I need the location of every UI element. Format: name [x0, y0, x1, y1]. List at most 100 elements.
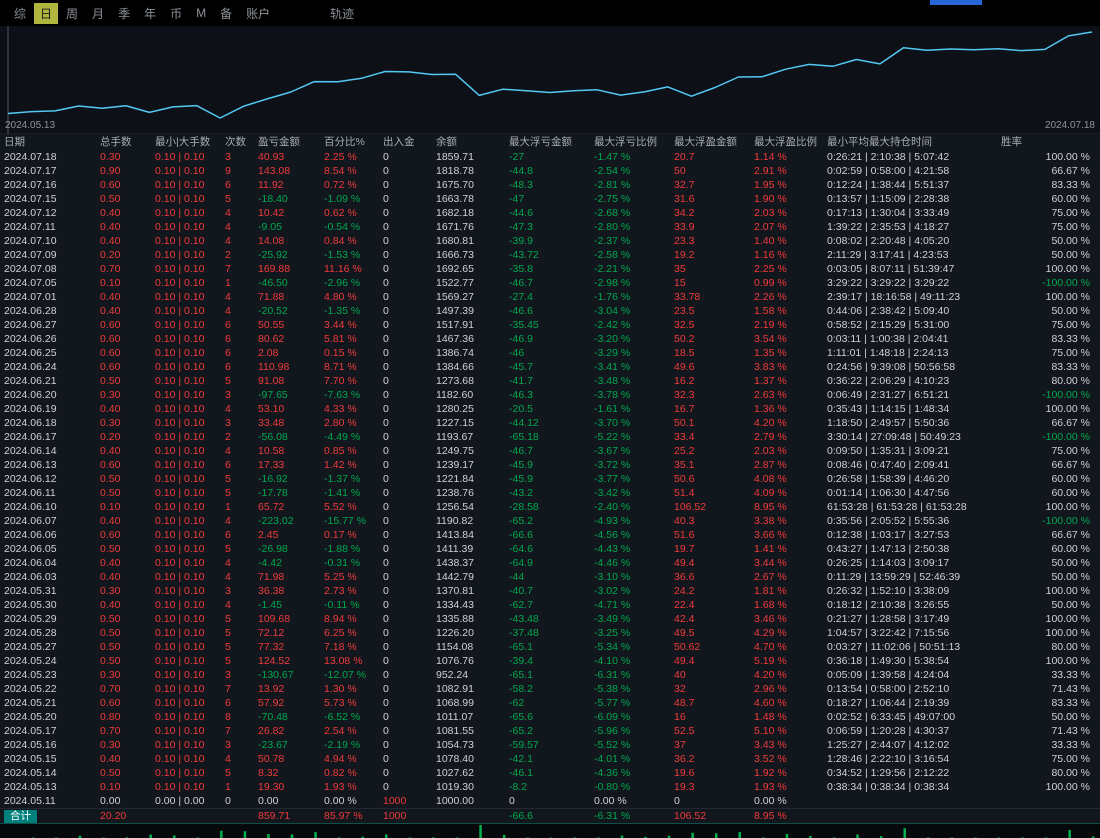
table-row[interactable]: 2024.06.200.300.10 | 0.103-97.65-7.63 %0…: [0, 388, 1100, 402]
col-header-total-lots[interactable]: 总手数: [96, 134, 151, 150]
table-row[interactable]: 2024.06.050.500.10 | 0.105-26.98-1.88 %0…: [0, 542, 1100, 556]
table-row[interactable]: 2024.05.290.500.10 | 0.105109.688.94 %01…: [0, 612, 1100, 626]
table-row[interactable]: 2024.05.210.600.10 | 0.10657.925.73 %010…: [0, 696, 1100, 710]
table-cell: 0: [379, 276, 432, 290]
table-cell: 0.40: [96, 402, 151, 416]
col-header-max-float-profit[interactable]: 最大浮盈金额: [670, 134, 750, 150]
table-cell: 3: [221, 738, 254, 752]
table-row[interactable]: 2024.06.170.200.10 | 0.102-56.08-4.49 %0…: [0, 430, 1100, 444]
col-header-min-max-lots[interactable]: 最小|大手数: [151, 134, 221, 150]
table-row[interactable]: 2024.06.190.400.10 | 0.10453.104.33 %012…: [0, 402, 1100, 416]
col-header-cashflow[interactable]: 出入金: [379, 134, 432, 150]
tab-currency[interactable]: 币: [164, 3, 188, 24]
table-row[interactable]: 2024.05.150.400.10 | 0.10450.784.94 %010…: [0, 752, 1100, 766]
table-cell: 4: [221, 570, 254, 584]
tab-account[interactable]: 账户: [240, 3, 276, 24]
table-cell: 3.44 %: [750, 556, 823, 570]
tab-summary[interactable]: 综: [8, 3, 32, 24]
table-row[interactable]: 2024.05.310.300.10 | 0.10336.382.73 %013…: [0, 584, 1100, 598]
table-row[interactable]: 2024.06.140.400.10 | 0.10410.580.85 %012…: [0, 444, 1100, 458]
table-cell: 66.67 %: [997, 528, 1100, 542]
col-header-max-float-loss[interactable]: 最大浮亏金额: [505, 134, 590, 150]
table-row[interactable]: 2024.07.050.100.10 | 0.101-46.50-2.96 %0…: [0, 276, 1100, 290]
table-cell: -44: [505, 570, 590, 584]
tab-notes[interactable]: 备: [214, 3, 238, 24]
col-header-pnl-amount[interactable]: 盈亏金额: [254, 134, 320, 150]
tab-monthly[interactable]: 月: [86, 3, 110, 24]
tab-weekly[interactable]: 周: [60, 3, 84, 24]
table-row[interactable]: 2024.06.030.400.10 | 0.10471.985.25 %014…: [0, 570, 1100, 584]
table-cell: -5.77 %: [590, 696, 670, 710]
table-cell: 1666.73: [432, 248, 505, 262]
table-row[interactable]: 2024.07.150.500.10 | 0.105-18.40-1.09 %0…: [0, 192, 1100, 206]
table-row[interactable]: 2024.07.010.400.10 | 0.10471.884.80 %015…: [0, 290, 1100, 304]
table-row[interactable]: 2024.06.100.100.10 | 0.10165.725.52 %012…: [0, 500, 1100, 514]
col-header-holding-time[interactable]: 最小平均最大持仓时间: [823, 134, 997, 150]
col-header-date[interactable]: 日期: [0, 134, 96, 150]
tab-daily[interactable]: 日: [34, 3, 58, 24]
table-row[interactable]: 2024.05.230.300.10 | 0.103-130.67-12.07 …: [0, 668, 1100, 682]
table-row[interactable]: 2024.07.160.600.10 | 0.10611.920.72 %016…: [0, 178, 1100, 192]
table-row[interactable]: 2024.05.140.500.10 | 0.1058.320.82 %0102…: [0, 766, 1100, 780]
tab-quarterly[interactable]: 季: [112, 3, 136, 24]
table-cell: -1.37 %: [320, 472, 379, 486]
col-header-max-float-profit-pct[interactable]: 最大浮盈比例: [750, 134, 823, 150]
table-row[interactable]: 2024.06.280.400.10 | 0.104-20.52-1.35 %0…: [0, 304, 1100, 318]
table-cell: 4.80 %: [320, 290, 379, 304]
table-cell: 0: [379, 304, 432, 318]
table-row[interactable]: 2024.05.300.400.10 | 0.104-1.45-0.11 %01…: [0, 598, 1100, 612]
tab-yearly[interactable]: 年: [138, 3, 162, 24]
table-cell: -3.72 %: [590, 458, 670, 472]
table-row[interactable]: 2024.06.180.300.10 | 0.10333.482.80 %012…: [0, 416, 1100, 430]
tab-m[interactable]: M: [190, 4, 212, 22]
table-cell: -4.42: [254, 556, 320, 570]
table-row[interactable]: 2024.05.170.700.10 | 0.10726.822.54 %010…: [0, 724, 1100, 738]
table-row[interactable]: 2024.05.270.500.10 | 0.10577.327.18 %011…: [0, 640, 1100, 654]
table-cell: 2.54 %: [320, 724, 379, 738]
table-row[interactable]: 2024.05.240.500.10 | 0.105124.5213.08 %0…: [0, 654, 1100, 668]
table-row[interactable]: 2024.06.120.500.10 | 0.105-16.92-1.37 %0…: [0, 472, 1100, 486]
table-cell: 51.4: [670, 486, 750, 500]
table-row[interactable]: 2024.05.200.800.10 | 0.108-70.48-6.52 %0…: [0, 710, 1100, 724]
table-cell: 0: [379, 570, 432, 584]
table-row[interactable]: 2024.06.270.600.10 | 0.10650.553.44 %015…: [0, 318, 1100, 332]
total-cell: 859.71: [254, 809, 320, 824]
table-row[interactable]: 2024.07.090.200.10 | 0.102-25.92-1.53 %0…: [0, 248, 1100, 262]
table-row[interactable]: 2024.05.160.300.10 | 0.103-23.67-2.19 %0…: [0, 738, 1100, 752]
table-row[interactable]: 2024.05.280.500.10 | 0.10572.126.25 %012…: [0, 626, 1100, 640]
table-row[interactable]: 2024.07.080.700.10 | 0.107169.8811.16 %0…: [0, 262, 1100, 276]
table-row[interactable]: 2024.06.040.400.10 | 0.104-4.42-0.31 %01…: [0, 556, 1100, 570]
table-row[interactable]: 2024.07.180.300.10 | 0.10340.932.25 %018…: [0, 150, 1100, 164]
table-cell: 0:03:27 | 11:02:06 | 50:51:13: [823, 640, 997, 654]
col-header-winrate[interactable]: 胜率: [997, 134, 1100, 150]
table-cell: 0.10 | 0.10: [151, 458, 221, 472]
table-row[interactable]: 2024.06.250.600.10 | 0.1062.080.15 %0138…: [0, 346, 1100, 360]
table-cell: 0: [379, 738, 432, 752]
table-row[interactable]: 2024.06.260.600.10 | 0.10680.625.81 %014…: [0, 332, 1100, 346]
table-row[interactable]: 2024.05.130.100.10 | 0.10119.301.93 %010…: [0, 780, 1100, 794]
col-header-count[interactable]: 次数: [221, 134, 254, 150]
table-row[interactable]: 2024.07.100.400.10 | 0.10414.080.84 %016…: [0, 234, 1100, 248]
table-row[interactable]: 2024.05.220.700.10 | 0.10713.921.30 %010…: [0, 682, 1100, 696]
table-row[interactable]: 2024.06.060.600.10 | 0.1062.450.17 %0141…: [0, 528, 1100, 542]
table-cell: 1: [221, 780, 254, 794]
table-cell: 0.10 | 0.10: [151, 416, 221, 430]
table-row[interactable]: 2024.06.130.600.10 | 0.10617.331.42 %012…: [0, 458, 1100, 472]
table-row[interactable]: 2024.06.210.500.10 | 0.10591.087.70 %012…: [0, 374, 1100, 388]
table-row[interactable]: 2024.07.110.400.10 | 0.104-9.05-0.54 %01…: [0, 220, 1100, 234]
table-cell: 24.2: [670, 584, 750, 598]
table-row[interactable]: 2024.07.170.900.10 | 0.109143.088.54 %01…: [0, 164, 1100, 178]
tab-trajectory[interactable]: 轨迹: [324, 3, 360, 24]
table-row[interactable]: 2024.05.110.000.00 | 0.0000.000.00 %1000…: [0, 794, 1100, 809]
table-row[interactable]: 2024.06.070.400.10 | 0.104-223.02-15.77 …: [0, 514, 1100, 528]
table-cell: 36.38: [254, 584, 320, 598]
table-row[interactable]: 2024.07.120.400.10 | 0.10410.420.62 %016…: [0, 206, 1100, 220]
table-cell: 3: [221, 584, 254, 598]
table-cell: 0.40: [96, 598, 151, 612]
table-row[interactable]: 2024.06.240.600.10 | 0.106110.988.71 %01…: [0, 360, 1100, 374]
col-header-percent[interactable]: 百分比%: [320, 134, 379, 150]
col-header-balance[interactable]: 余额: [432, 134, 505, 150]
col-header-max-float-loss-pct[interactable]: 最大浮亏比例: [590, 134, 670, 150]
table-cell: 2024.05.20: [0, 710, 96, 724]
table-row[interactable]: 2024.06.110.500.10 | 0.105-17.78-1.41 %0…: [0, 486, 1100, 500]
